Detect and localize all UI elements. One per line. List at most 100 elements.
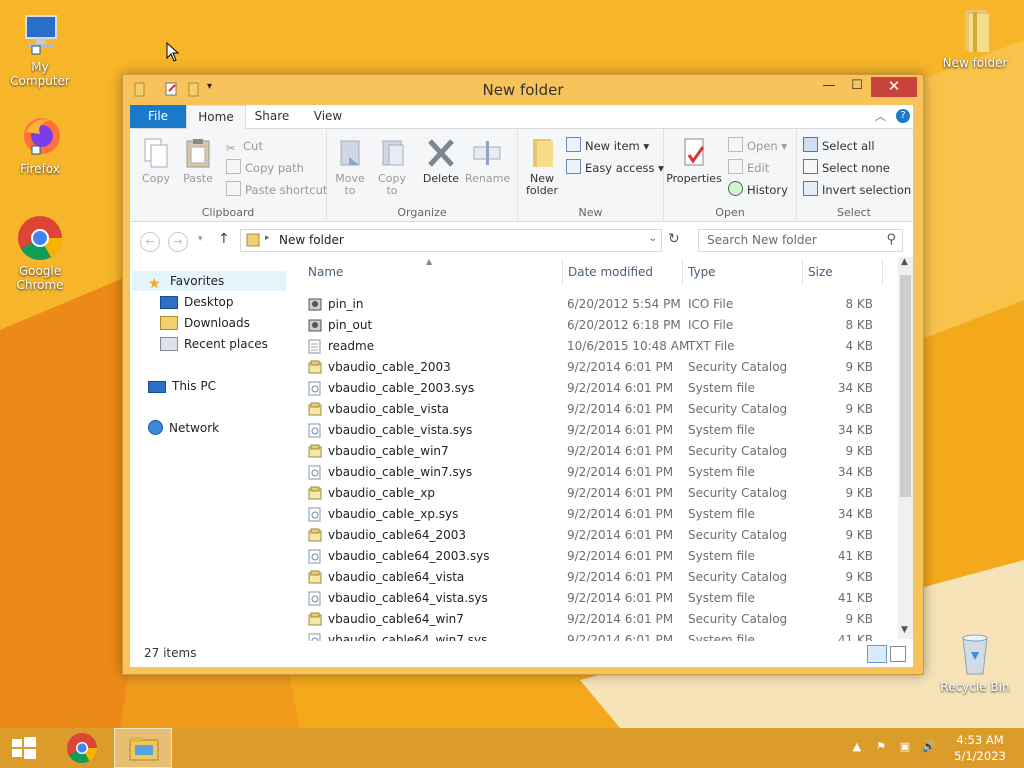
column-divider[interactable] — [562, 259, 563, 285]
paste-shortcut-button[interactable]: Paste shortcut — [226, 181, 327, 199]
file-size: 34 KB — [837, 381, 873, 395]
column-divider[interactable] — [882, 259, 883, 285]
desktop-icon-chrome[interactable]: Google Chrome — [0, 214, 80, 292]
file-row[interactable]: vbaudio_cable_xp.sys 9/2/2014 6:01 PM Syst… — [300, 504, 885, 525]
address-bar[interactable]: ▸ New folder ⌄ — [240, 229, 662, 252]
nav-item-favorites[interactable]: ★ Favorites — [148, 271, 224, 291]
column-divider[interactable] — [802, 259, 803, 285]
breadcrumb[interactable]: New folder — [279, 233, 344, 247]
start-button[interactable] — [0, 728, 48, 768]
nav-item-recent-places[interactable]: Recent places — [160, 334, 268, 354]
nav-item-this-pc[interactable]: This PC — [148, 376, 216, 396]
security-catalog-icon — [308, 570, 322, 585]
file-list: ▲ Name Date modified Type Size pin_in 6/2… — [300, 257, 897, 648]
column-header-size[interactable]: Size — [808, 265, 833, 279]
taskbar-file-explorer[interactable] — [114, 728, 172, 768]
details-view-icon[interactable] — [867, 645, 887, 663]
scroll-up-icon[interactable]: ▲ — [901, 257, 908, 267]
file-row[interactable]: vbaudio_cable64_2003.sys 9/2/2014 6:01 PM… — [300, 546, 885, 567]
cut-button[interactable]: ✂ Cut — [226, 137, 263, 155]
windows-logo-icon — [12, 737, 36, 759]
new-item-button[interactable]: New item ▾ — [566, 137, 649, 155]
file-row[interactable]: pin_out 6/20/2012 6:18 PM ICO File 8 KB — [300, 315, 885, 336]
file-row[interactable]: vbaudio_cable64_win7 9/2/2014 6:01 PM Secu… — [300, 609, 885, 630]
copy-to-button[interactable]: Copy to — [373, 137, 411, 197]
title-bar[interactable]: ▾ New folder — ☐ ✕ — [123, 75, 923, 105]
file-row[interactable]: vbaudio_cable_2003.sys 9/2/2014 6:01 PM Sy… — [300, 378, 885, 399]
file-row[interactable]: pin_in 6/20/2012 5:54 PM ICO File 8 KB — [300, 294, 885, 315]
file-row[interactable]: readme 10/6/2015 10:48 AM TXT File 4 KB — [300, 336, 885, 357]
copy-button[interactable]: Copy — [138, 137, 174, 185]
move-to-button[interactable]: Move to — [331, 137, 369, 197]
new-item-icon — [566, 137, 581, 152]
downloads-icon — [160, 316, 178, 330]
desktop-icon-my-computer[interactable]: My Computer — [0, 10, 80, 88]
file-row[interactable]: vbaudio_cable_vista.sys 9/2/2014 6:01 PM S… — [300, 420, 885, 441]
file-row[interactable]: vbaudio_cable64_vista.sys 9/2/2014 6:01 P… — [300, 588, 885, 609]
select-none-button[interactable]: Select none — [803, 159, 890, 177]
file-row[interactable]: vbaudio_cable_win7.sys 9/2/2014 6:01 PM Sy… — [300, 462, 885, 483]
file-row[interactable]: vbaudio_cable_win7 9/2/2014 6:01 PM Securi… — [300, 441, 885, 462]
back-button[interactable]: ← — [140, 232, 160, 252]
nav-item-network[interactable]: Network — [148, 418, 219, 438]
group-label: New — [578, 206, 603, 219]
nav-item-downloads[interactable]: Downloads — [160, 313, 250, 333]
up-button[interactable]: ↑ — [218, 231, 230, 247]
system-clock[interactable]: 4:53 AM 5/1/2023 — [950, 732, 1010, 764]
network-icon[interactable]: ▣ — [898, 740, 912, 754]
help-icon[interactable]: ? — [896, 109, 910, 123]
invert-selection-button[interactable]: Invert selection — [803, 181, 911, 199]
scroll-down-icon[interactable]: ▼ — [901, 625, 908, 635]
edit-button[interactable]: Edit — [728, 159, 769, 177]
column-header-date[interactable]: Date modified — [568, 265, 653, 279]
file-row[interactable]: vbaudio_cable_2003 9/2/2014 6:01 PM Securi… — [300, 357, 885, 378]
desktop-icon-recycle-bin[interactable]: Recycle Bin — [935, 630, 1015, 694]
rename-button[interactable]: Rename — [465, 137, 510, 185]
collapse-ribbon-icon[interactable]: ︿ — [875, 108, 886, 124]
show-hidden-icons-icon[interactable]: ▲ — [850, 740, 864, 754]
search-input[interactable]: Search New folder ⚲ — [698, 229, 903, 252]
tab-file[interactable]: File — [130, 105, 186, 128]
forward-button[interactable]: → — [168, 232, 188, 252]
nav-item-desktop[interactable]: Desktop — [160, 292, 234, 312]
tab-view[interactable]: View — [302, 105, 354, 128]
copy-path-button[interactable]: Copy path — [226, 159, 304, 177]
history-button[interactable]: History — [728, 181, 788, 199]
easy-access-button[interactable]: Easy access ▾ — [566, 159, 664, 177]
new-folder-button[interactable]: New folder — [522, 137, 562, 197]
close-button[interactable]: ✕ — [871, 77, 917, 97]
firefox-icon — [16, 112, 64, 160]
file-row[interactable]: vbaudio_cable_vista 9/2/2014 6:01 PM Secur… — [300, 399, 885, 420]
file-row[interactable]: vbaudio_cable64_2003 9/2/2014 6:01 PM Secu… — [300, 525, 885, 546]
file-type: System file — [688, 549, 755, 563]
recent-locations-icon[interactable]: ▾ — [198, 234, 203, 244]
open-button[interactable]: Open ▾ — [728, 137, 787, 155]
desktop-icon-new-folder[interactable]: New folder — [935, 6, 1015, 70]
volume-icon[interactable]: 🔊 — [922, 740, 936, 754]
file-name: readme — [328, 339, 375, 353]
scrollbar-thumb[interactable] — [900, 275, 911, 497]
chevron-down-icon[interactable]: ⌄ — [649, 233, 657, 244]
tab-home[interactable]: Home — [186, 105, 246, 129]
desktop-icon-firefox[interactable]: Firefox — [0, 112, 80, 176]
column-header-type[interactable]: Type — [688, 265, 716, 279]
file-row[interactable]: vbaudio_cable_xp 9/2/2014 6:01 PM Security… — [300, 483, 885, 504]
file-row[interactable]: vbaudio_cable64_vista 9/2/2014 6:01 PM Sec… — [300, 567, 885, 588]
column-header-name[interactable]: Name — [308, 265, 343, 279]
taskbar-chrome[interactable] — [58, 728, 106, 768]
tab-share[interactable]: Share — [246, 105, 298, 128]
file-date: 9/2/2014 6:01 PM — [567, 402, 674, 416]
maximize-button[interactable]: ☐ — [843, 77, 871, 97]
delete-button[interactable]: Delete — [421, 137, 461, 185]
large-icons-view-icon[interactable] — [890, 646, 906, 662]
select-all-button[interactable]: Select all — [803, 137, 875, 155]
file-date: 9/2/2014 6:01 PM — [567, 444, 674, 458]
vertical-scrollbar[interactable]: ▲ ▼ — [898, 257, 913, 639]
paste-button[interactable]: Paste — [180, 137, 216, 185]
new-folder-icon — [527, 137, 557, 169]
action-center-flag-icon[interactable]: ⚑ — [874, 740, 888, 754]
minimize-button[interactable]: — — [815, 77, 843, 97]
properties-button[interactable]: Properties — [666, 137, 722, 185]
refresh-button[interactable]: ↻ — [668, 231, 680, 247]
column-divider[interactable] — [682, 259, 683, 285]
